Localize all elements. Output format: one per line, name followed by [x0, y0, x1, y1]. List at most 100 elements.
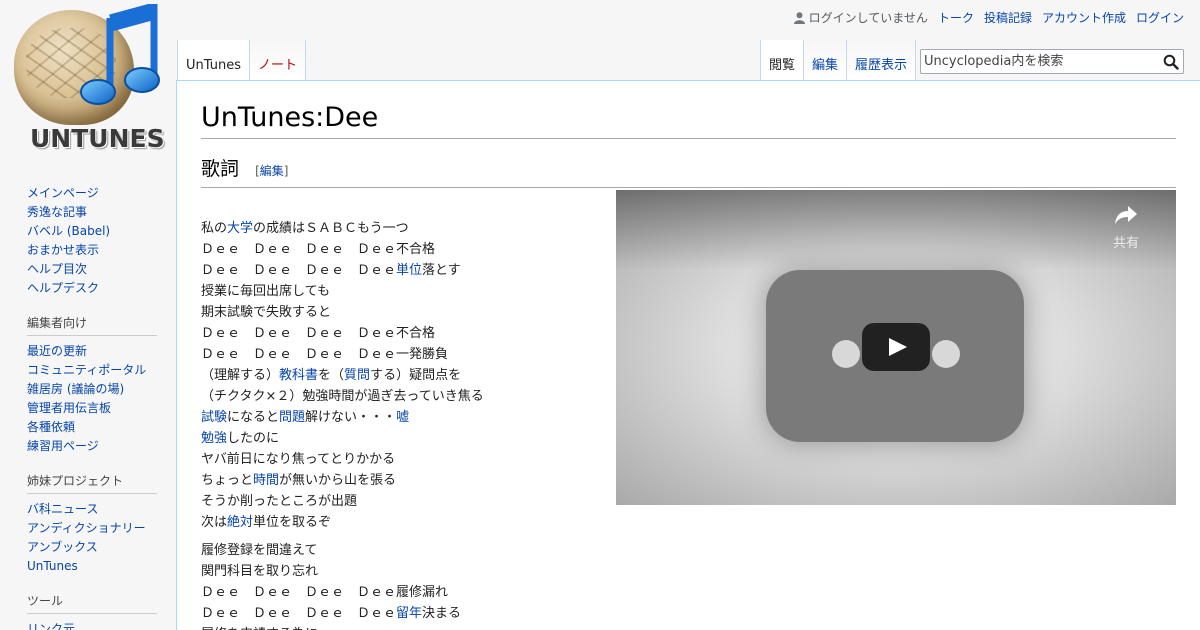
lyrics-line: そうか削ったところが出題: [201, 491, 601, 512]
tab-page-label: UnTunes: [186, 58, 241, 73]
sidebar-item-help-desk[interactable]: ヘルプデスク: [27, 281, 99, 295]
tab-read[interactable]: 閲覧: [760, 40, 805, 80]
lyrics-text: 解けない・・・: [305, 410, 397, 425]
lyrics-link[interactable]: 試験: [201, 410, 227, 425]
lyrics-line: Ｄｅｅ Ｄｅｅ Ｄｅｅ Ｄｅｅ一発勝負: [201, 344, 601, 365]
share-icon: [1115, 206, 1137, 224]
lyrics-text: そうか削ったところが出題: [201, 494, 358, 509]
page-title: UnTunes:Dee: [201, 101, 1176, 139]
anon-user-status: ログインしていません: [793, 9, 928, 26]
lyrics-text: Ｄｅｅ Ｄｅｅ Ｄｅｅ Ｄｅｅ履修漏れ: [201, 585, 449, 600]
lyrics-text: 単位を取るぞ: [253, 515, 332, 530]
embedded-video[interactable]: 共有: [616, 190, 1176, 505]
lyrics-line: （チクタク×２）勉強時間が過ぎ去っていき焦る: [201, 386, 601, 407]
tab-edit[interactable]: 編集: [804, 40, 848, 80]
sidebar-item-news[interactable]: バ科ニュース: [27, 502, 98, 516]
search-input[interactable]: [921, 50, 1151, 73]
lyrics-line: 履修を申請する為に: [201, 624, 601, 630]
sidebar-item-babel[interactable]: バベル (Babel): [27, 224, 110, 238]
lyrics-line: 授業に毎回出席しても: [201, 281, 601, 302]
sidebar-sister-projects: 姉妹プロジェクト バ科ニュース アンディクショナリー アンブックス UnTune…: [27, 469, 157, 576]
tab-read-label: 閲覧: [769, 58, 796, 73]
login-link[interactable]: ログイン: [1136, 9, 1184, 26]
lyrics-text: 私の: [201, 221, 228, 236]
create-account-link[interactable]: アカウント作成: [1042, 9, 1126, 26]
lyrics-link[interactable]: 教科書: [279, 368, 318, 383]
lyrics-text: の成績はＳＡＢＣもう一つ: [253, 221, 409, 236]
lyrics-stanza: 私の大学の成績はＳＡＢＣもう一つ Ｄｅｅ Ｄｅｅ Ｄｅｅ Ｄｅｅ不合格 Ｄｅｅ Ｄｅ…: [201, 218, 601, 533]
sidebar-item-admin-board[interactable]: 管理者用伝言板: [27, 401, 111, 415]
lyrics-line: ちょっと時間が無いから山を張る: [201, 470, 601, 491]
sidebar-item-recent-changes[interactable]: 最近の更新: [27, 344, 87, 358]
section-edit: [編集]: [255, 164, 288, 178]
lyrics-text: ちょっと: [201, 473, 254, 488]
lyrics-link[interactable]: 嘘: [396, 410, 409, 425]
lyrics-link[interactable]: 勉強: [201, 431, 227, 446]
talk-link[interactable]: トーク: [938, 9, 974, 26]
lyrics-line: 試験になると問題解けない・・・嘘: [201, 407, 601, 428]
lyrics-text: Ｄｅｅ Ｄｅｅ Ｄｅｅ Ｄｅｅ: [201, 263, 397, 278]
lyrics-line: Ｄｅｅ Ｄｅｅ Ｄｅｅ Ｄｅｅ履修漏れ: [201, 582, 601, 603]
sidebar-item-featured[interactable]: 秀逸な記事: [27, 205, 87, 219]
tab-history-label[interactable]: 履歴表示: [855, 54, 907, 73]
lyrics-text: 授業に毎回出席しても: [201, 284, 330, 299]
sidebar-item-dictionary[interactable]: アンディクショナリー: [27, 521, 146, 535]
lyrics-text: 決まる: [422, 606, 462, 621]
main-content: UnTunes:Dee 歌詞 [編集] 私の大学の成績はＳＡＢＣもう一つ Ｄｅｅ …: [176, 80, 1200, 630]
lyrics-line: 次は絶対単位を取るぞ: [201, 512, 601, 533]
tab-talk[interactable]: ノート: [249, 40, 306, 80]
view-tabs: 閲覧 編集 履歴表示: [760, 40, 917, 80]
sidebar-item-sandbox[interactable]: 練習用ページ: [27, 439, 99, 453]
search-box: [920, 49, 1184, 74]
tab-edit-label[interactable]: 編集: [812, 54, 838, 73]
lyrics-link[interactable]: 質問: [344, 368, 370, 383]
lyrics-text: Ｄｅｅ Ｄｅｅ Ｄｅｅ Ｄｅｅ不合格: [201, 242, 436, 257]
sidebar-heading-tools: ツール: [27, 589, 157, 614]
sidebar-navigation: メインページ 秀逸な記事 バベル (Babel) おまかせ表示 ヘルプ目次 ヘル…: [27, 184, 157, 298]
logo-wordmark: UNTUNES: [30, 124, 165, 153]
personal-tools: ログインしていません トーク 投稿記録 アカウント作成 ログイン: [793, 9, 1184, 26]
sidebar-item-community-portal[interactable]: コミュニティポータル: [27, 363, 146, 377]
tab-history[interactable]: 履歴表示: [847, 40, 917, 80]
lyrics-link[interactable]: 留年: [396, 606, 422, 621]
lyrics: 私の大学の成績はＳＡＢＣもう一つ Ｄｅｅ Ｄｅｅ Ｄｅｅ Ｄｅｅ不合格 Ｄｅｅ Ｄｅ…: [201, 218, 601, 630]
sidebar-item-untunes[interactable]: UnTunes: [27, 559, 78, 573]
section-edit-link[interactable]: 編集: [260, 164, 284, 178]
lyrics-link[interactable]: 単位: [396, 263, 422, 278]
lyrics-line: 私の大学の成績はＳＡＢＣもう一つ: [201, 218, 601, 239]
sidebar-item-main-page[interactable]: メインページ: [27, 186, 99, 200]
search-icon[interactable]: [1163, 54, 1179, 70]
share-label: 共有: [1112, 236, 1139, 251]
lyrics-link[interactable]: 絶対: [227, 515, 253, 530]
lyrics-text: になると: [227, 410, 280, 425]
lyrics-line: 履修登録を間違えて: [201, 540, 601, 561]
site-logo[interactable]: UNTUNES: [0, 0, 176, 160]
lyrics-text: する）疑問点を: [370, 368, 462, 383]
lyrics-line: （理解する）教科書を（質問する）疑問点を: [201, 365, 601, 386]
lyrics-line: 勉強したのに: [201, 428, 601, 449]
lyrics-text: （理解する）: [201, 368, 280, 383]
lyrics-line: 期末試験で失敗すると: [201, 302, 601, 323]
contributions-link[interactable]: 投稿記録: [984, 9, 1032, 26]
sidebar-item-help-contents[interactable]: ヘルプ目次: [27, 262, 87, 276]
sidebar-item-random[interactable]: おまかせ表示: [27, 243, 99, 257]
tab-page[interactable]: UnTunes: [177, 40, 250, 80]
sidebar-item-what-links-here[interactable]: リンク元: [27, 622, 75, 630]
sidebar-item-village-pump[interactable]: 雑居房 (議論の場): [27, 382, 124, 396]
play-button[interactable]: [862, 323, 930, 371]
lyrics-text: が無いから山を張る: [279, 473, 397, 488]
lyrics-text: 関門科目を取り忘れ: [201, 564, 319, 579]
user-icon: [793, 11, 805, 24]
lyrics-line: Ｄｅｅ Ｄｅｅ Ｄｅｅ Ｄｅｅ不合格: [201, 323, 601, 344]
lyrics-link[interactable]: 時間: [253, 473, 279, 488]
lyrics-text: 落とす: [422, 263, 461, 278]
lyrics-link[interactable]: 大学: [227, 221, 253, 236]
lyrics-text: ヤバ前日になり焦ってとりかかる: [201, 452, 396, 467]
share-button[interactable]: 共有: [1106, 204, 1146, 251]
lyrics-line: Ｄｅｅ Ｄｅｅ Ｄｅｅ Ｄｅｅ単位落とす: [201, 260, 601, 281]
sidebar-item-books[interactable]: アンブックス: [27, 540, 98, 554]
sidebar-tools: ツール リンク元: [27, 589, 157, 630]
lyrics-text: 期末試験で失敗すると: [201, 305, 332, 320]
lyrics-link[interactable]: 問題: [279, 410, 305, 425]
sidebar-item-requests[interactable]: 各種依頼: [27, 420, 75, 434]
